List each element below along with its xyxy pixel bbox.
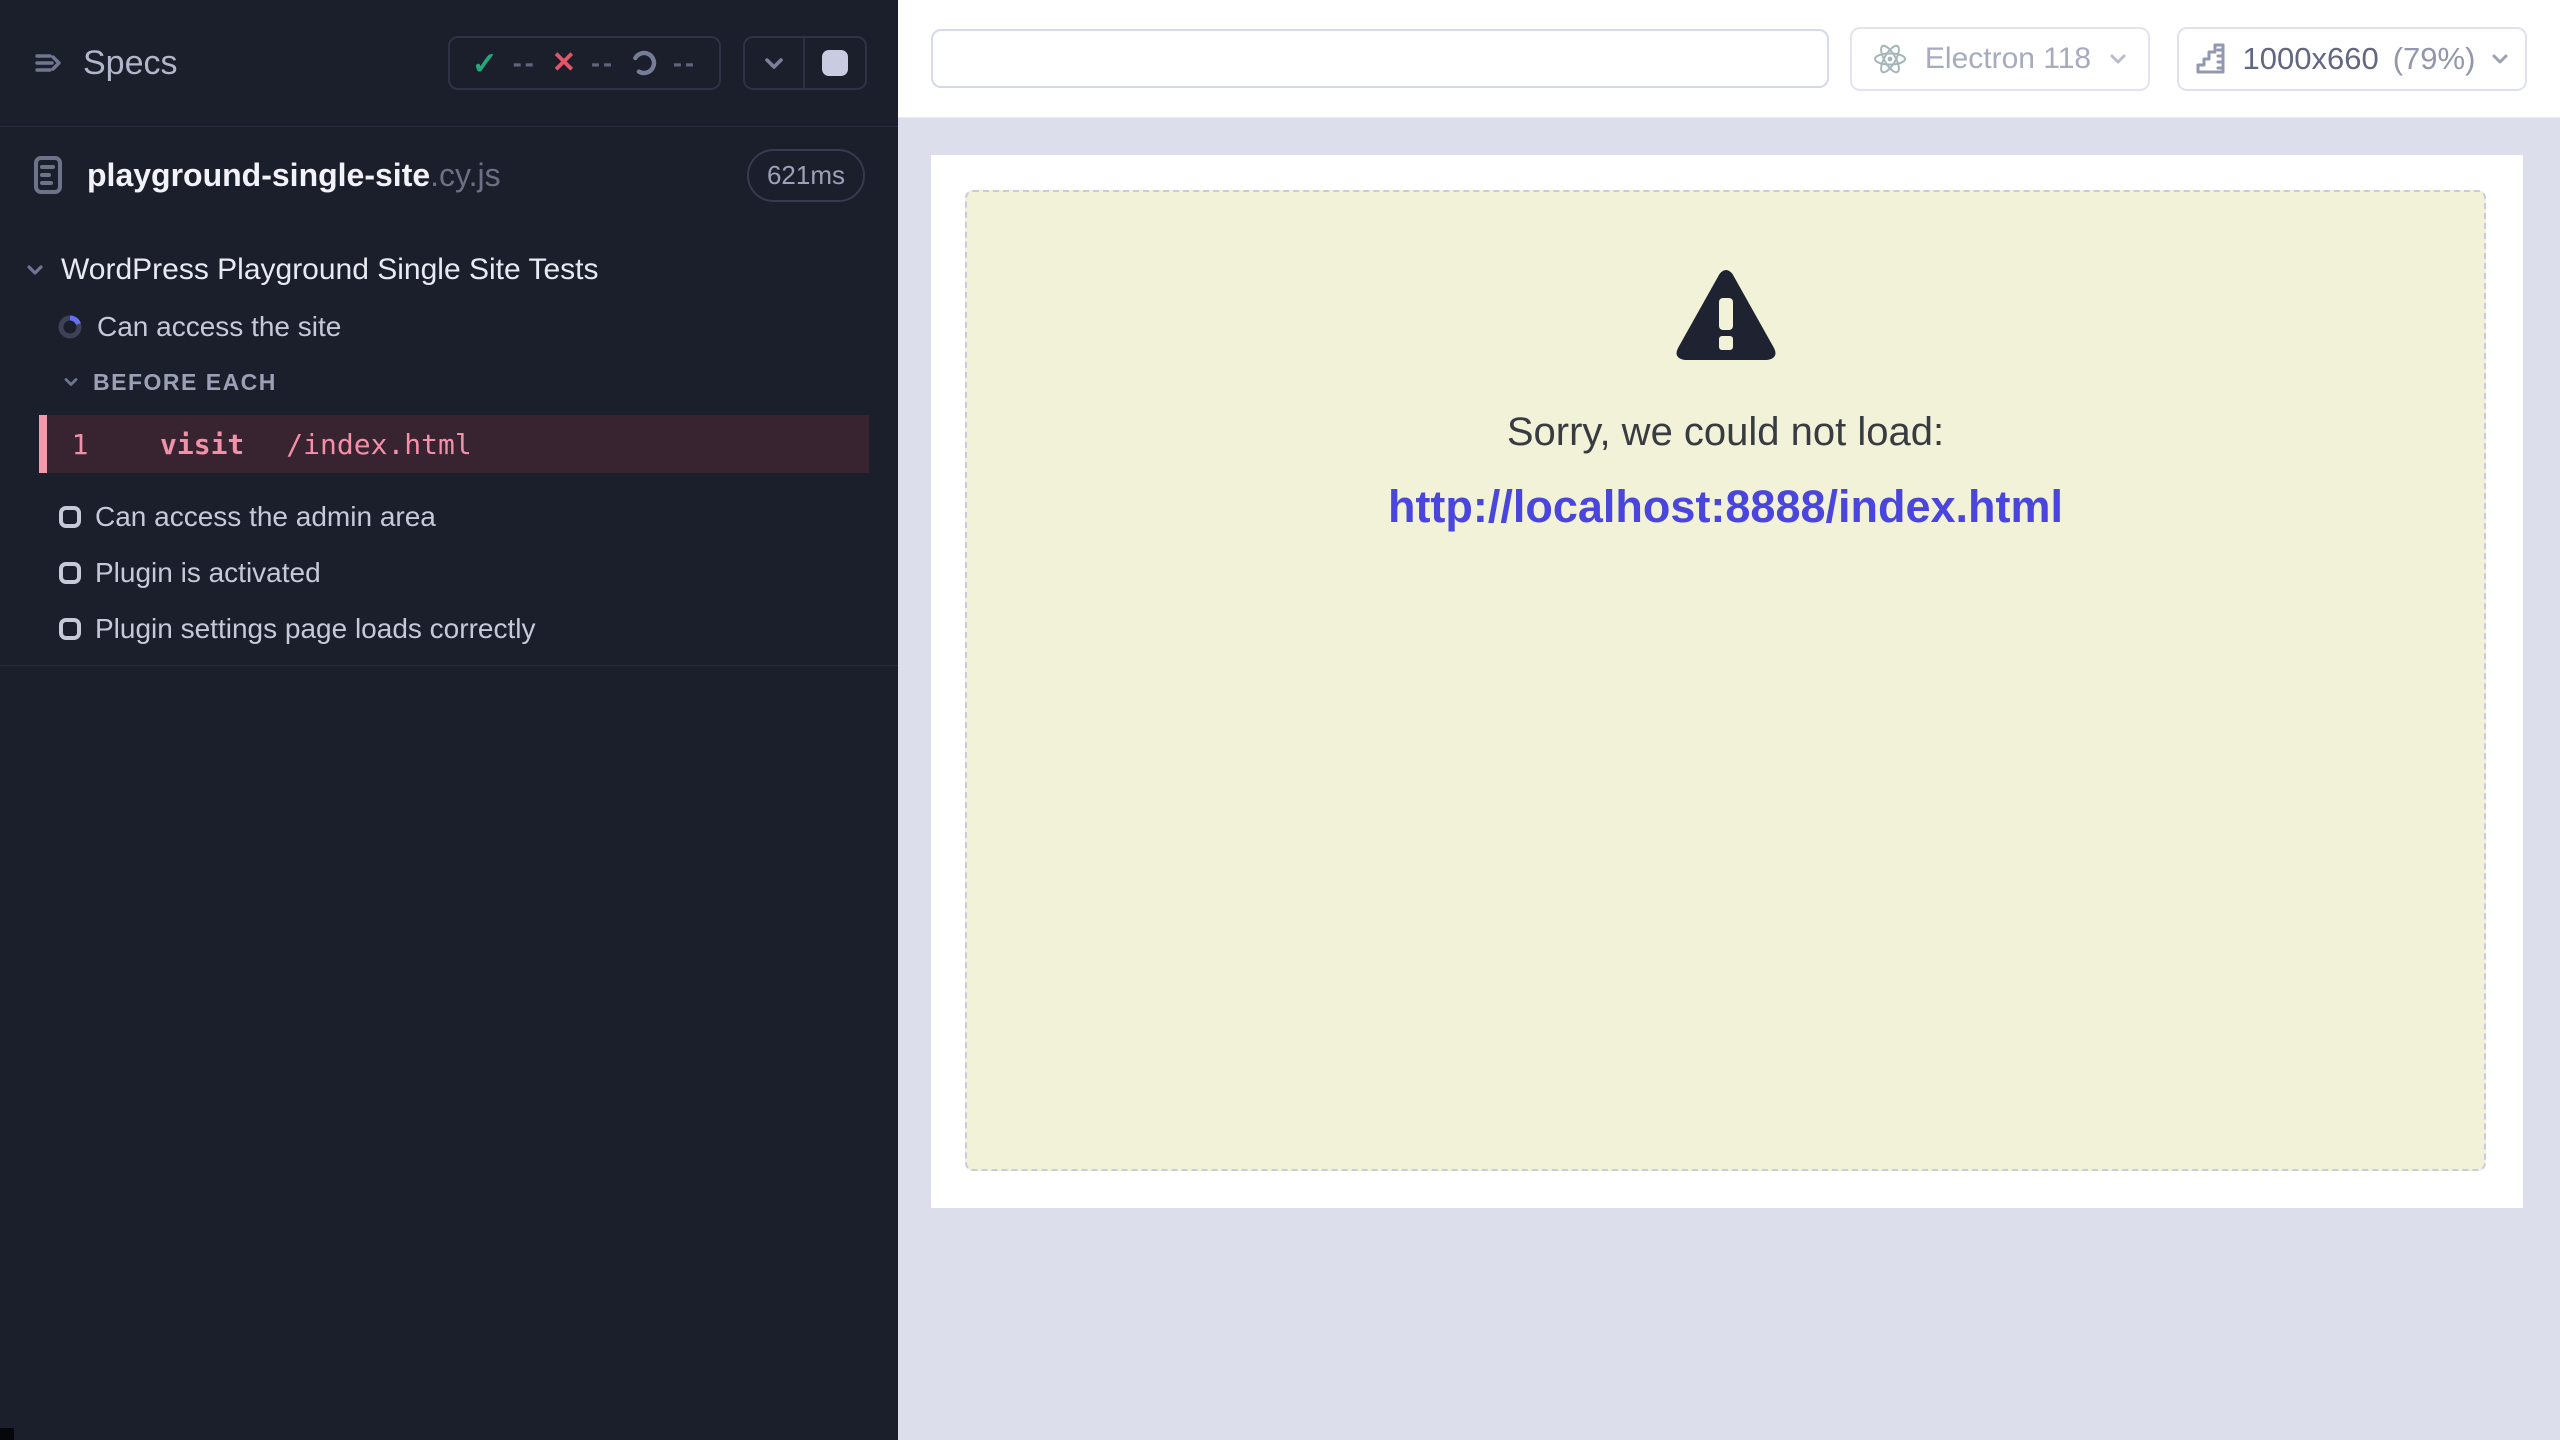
hook-section-row[interactable]: BEFORE EACH [0,357,898,407]
queued-test-title: Plugin settings page loads correctly [95,613,535,645]
pending-count: -- [673,48,697,79]
spec-file-name: playground-single-site [87,157,430,194]
specs-title: Specs [83,44,178,83]
viewport-select[interactable]: 1000x660 (79%) [2177,27,2527,91]
run-stats: ✓ -- ✕ -- -- [448,36,867,90]
queued-test-row[interactable]: Plugin is activated [0,545,898,601]
queued-test-title: Can access the admin area [95,501,436,533]
chevron-down-icon [2107,48,2129,70]
specs-menu-button[interactable]: Specs [33,44,178,83]
url-input[interactable] [931,29,1829,88]
chevron-down-icon [761,50,787,76]
load-error-page: Sorry, we could not load: http://localho… [965,190,2486,1171]
check-icon: ✓ [472,48,498,79]
stats-summary: ✓ -- ✕ -- -- [448,36,721,90]
viewport-scale: (79%) [2393,41,2476,77]
queued-test-title: Plugin is activated [95,557,321,589]
collapse-all-button[interactable] [745,38,805,88]
stop-icon [822,50,848,76]
pending-ring-icon [630,49,658,77]
tree-divider [0,665,898,666]
suite-title: WordPress Playground Single Site Tests [61,253,599,287]
electron-icon [1871,40,1909,78]
passed-count: -- [513,48,537,79]
reporter-sidebar: Specs ✓ -- ✕ -- -- [0,0,898,1440]
aut-iframe: Sorry, we could not load: http://localho… [931,155,2523,1208]
spec-file-icon [33,155,63,195]
ruler-icon [2193,41,2229,77]
runner-main: Electron 118 1000x66 [898,0,2560,1440]
aut-stage: Sorry, we could not load: http://localho… [898,118,2560,1440]
command-row[interactable]: 1 visit /index.html [39,415,869,473]
queued-tests: Can access the admin area Plugin is acti… [0,489,898,657]
spec-duration-badge: 621ms [747,149,865,202]
specs-list-icon [33,48,63,78]
warning-triangle-icon [1673,268,1779,366]
running-test-title: Can access the site [97,311,341,343]
queued-square-icon [59,506,81,528]
running-test-row[interactable]: Can access the site [0,299,898,355]
suite-row[interactable]: WordPress Playground Single Site Tests [0,241,898,299]
spec-file-row: playground-single-site.cy.js 621ms [0,127,898,223]
runner-header: Electron 118 1000x66 [898,0,2560,118]
failed-count: -- [591,48,615,79]
run-controls [743,36,867,90]
command-line-number: 1 [47,428,113,461]
cypress-app: Specs ✓ -- ✕ -- -- [0,0,2560,1440]
error-title: Sorry, we could not load: [1507,410,1944,455]
browser-select[interactable]: Electron 118 [1850,27,2150,91]
queued-test-row[interactable]: Plugin settings page loads correctly [0,601,898,657]
browser-label: Electron 118 [1925,42,2091,76]
command-name: visit [160,428,244,461]
queued-test-row[interactable]: Can access the admin area [0,489,898,545]
queued-square-icon [59,618,81,640]
stop-run-button[interactable] [805,38,865,88]
test-tree: WordPress Playground Single Site Tests C… [0,223,898,666]
viewport-size: 1000x660 [2243,41,2379,77]
queued-square-icon [59,562,81,584]
spec-file-extension: .cy.js [430,157,501,194]
error-url-link[interactable]: http://localhost:8888/index.html [1388,481,2063,533]
chevron-down-icon [2489,48,2511,70]
running-spinner-icon [57,314,83,340]
chevron-down-icon [24,259,46,281]
command-message: /index.html [286,428,471,461]
x-icon: ✕ [552,49,576,78]
scrollbar-corner [0,1428,14,1440]
chevron-down-icon [62,373,80,391]
hook-label: BEFORE EACH [93,369,277,396]
reporter-header: Specs ✓ -- ✕ -- -- [0,0,898,127]
